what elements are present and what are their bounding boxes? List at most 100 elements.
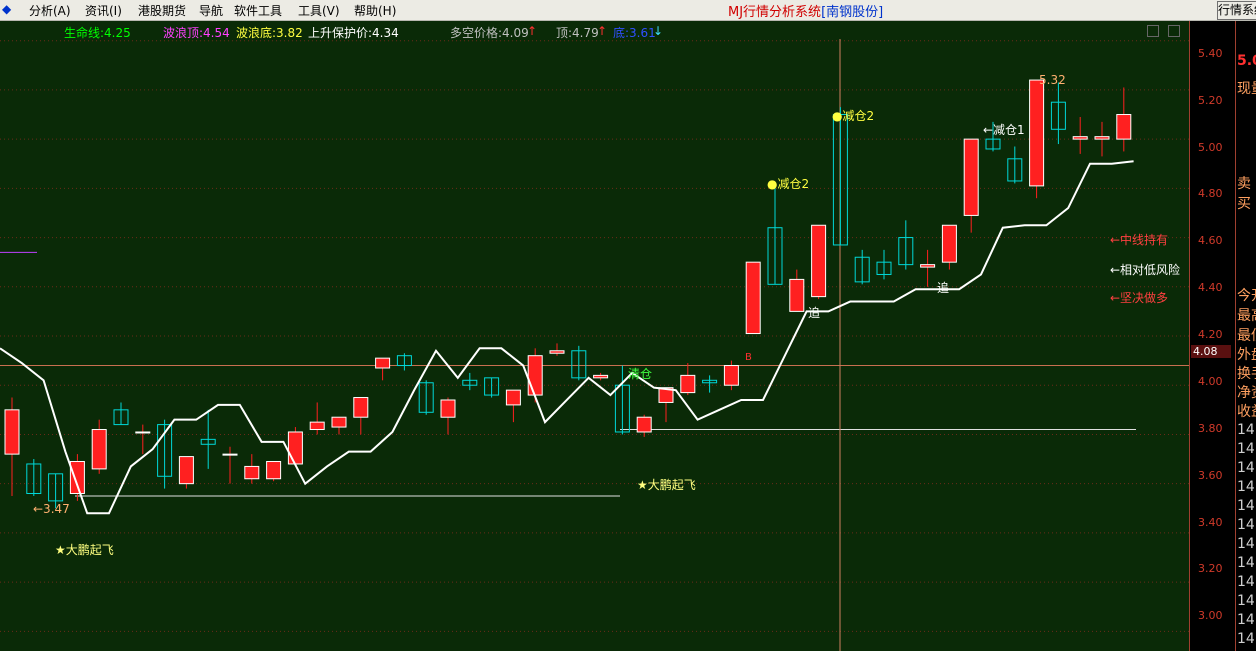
price-tick: 5.40	[1198, 47, 1223, 60]
high-price-label: 5.32	[1039, 73, 1066, 87]
candle-up	[941, 224, 957, 263]
dapeng-signal-b: ★大鹏起飞	[637, 478, 696, 492]
candle-up	[636, 416, 652, 433]
legend-low-risk: ←相对低风险	[1110, 263, 1181, 277]
side-tick-time: 14:	[1237, 498, 1256, 514]
menu-analysis[interactable]: 分析(A)	[29, 2, 71, 19]
price-tick: 3.60	[1198, 469, 1223, 482]
chase-label-a: 追	[808, 306, 821, 320]
side-tick-time: 14:	[1237, 517, 1256, 533]
candle-up	[266, 461, 282, 480]
candle-up	[1094, 136, 1110, 140]
side-last-price: 5.0	[1237, 53, 1256, 69]
side-tick-time: 14:	[1237, 574, 1256, 590]
price-tick: 3.20	[1198, 562, 1223, 575]
clear-position-label: 清仓	[628, 367, 653, 381]
candle-up	[527, 355, 543, 396]
side-volume-label: 现量	[1237, 81, 1256, 97]
price-tick: 3.80	[1198, 422, 1223, 435]
restore-window-icon[interactable]	[1147, 25, 1159, 37]
bull-bear-value: 多空价格:4.09	[450, 26, 529, 40]
candle-up	[789, 278, 805, 312]
candle-up	[1072, 136, 1088, 140]
candle-up	[505, 389, 521, 406]
chase-label-b: 追	[937, 281, 950, 295]
bottom-arrow-icon: ↓	[653, 24, 664, 38]
candle-up	[69, 461, 85, 494]
bull-bear-arrow-icon: ↑	[527, 24, 538, 38]
price-tick: 4.00	[1198, 375, 1223, 388]
app-icon[interactable]: ◆	[2, 2, 11, 16]
side-tick-time: 14:	[1237, 612, 1256, 628]
kline-chart[interactable]: 生命线:4.25 波浪顶:4.54 波浪底:3.82 上升保护价:4.34 多空…	[0, 21, 1189, 651]
buy-marker: B	[745, 352, 752, 363]
price-tick: 3.40	[1198, 516, 1223, 529]
side-earnings-label: 收益	[1237, 404, 1256, 420]
side-tick-time: 14:	[1237, 593, 1256, 609]
candle-up	[135, 431, 151, 434]
candle-up	[1029, 79, 1045, 187]
side-tick-time: 14:	[1237, 422, 1256, 438]
candle-up	[222, 453, 238, 456]
legend-mid-hold: ←中线持有	[1110, 233, 1169, 247]
candle-up	[811, 224, 827, 298]
side-low-label: 最低	[1237, 328, 1256, 344]
kline-canvas[interactable]	[0, 21, 1189, 651]
price-tick: 3.00	[1198, 609, 1223, 622]
side-tick-time: 14:	[1237, 479, 1256, 495]
low-price-label: ←3.47	[33, 502, 70, 516]
price-tick: 4.60	[1198, 234, 1223, 247]
menu-bar: ◆ 分析(A) 资讯(I) 港股期货 导航 软件工具 工具(V) 帮助(H) M…	[0, 0, 1256, 21]
candle-up	[244, 465, 260, 480]
menu-info[interactable]: 资讯(I)	[85, 2, 122, 19]
candle-up	[1116, 114, 1132, 140]
system-name: MJ行情分析系统	[728, 5, 822, 20]
candle-up	[920, 264, 936, 268]
side-open-label: 今开	[1237, 288, 1256, 304]
quote-side-panel: 5.0 现量 卖 买 今开 最高 最低 外盘 换手 净资 收益 14: 14: …	[1235, 21, 1256, 651]
side-buy-label: 买	[1237, 196, 1251, 212]
side-tick-time: 14:	[1237, 460, 1256, 476]
menu-help[interactable]: 帮助(H)	[354, 2, 396, 19]
side-turnover-label: 换手	[1237, 366, 1256, 382]
candle-up	[745, 261, 761, 335]
side-sell-label: 卖	[1237, 176, 1251, 192]
menu-tools[interactable]: 工具(V)	[298, 2, 340, 19]
reduce-position-1-label: ←减仓1	[983, 123, 1025, 137]
price-tick: 4.40	[1198, 281, 1223, 294]
menu-hk-futures[interactable]: 港股期货	[138, 2, 186, 19]
candle-up	[593, 374, 609, 379]
window-title: MJ行情分析系统[南钢股份]	[728, 1, 883, 20]
quote-system-button[interactable]: 行情系统	[1217, 1, 1256, 20]
candle-up	[375, 357, 391, 369]
candle-up	[331, 416, 347, 428]
candle-up	[549, 350, 565, 354]
maximize-window-icon[interactable]	[1168, 25, 1180, 37]
reduce-position-2-label-b: ●减仓2	[832, 109, 875, 123]
price-tick: 5.20	[1198, 94, 1223, 107]
reduce-position-2-label-a: ●减仓2	[767, 177, 810, 191]
top-arrow-icon: ↑	[597, 24, 608, 38]
menu-software-tools[interactable]: 软件工具	[234, 2, 282, 19]
side-tick-time: 14:	[1237, 555, 1256, 571]
candle-up	[178, 456, 194, 485]
wave-top-value: 波浪顶:4.54	[163, 26, 230, 40]
candle-up	[680, 374, 696, 394]
price-tick: 5.00	[1198, 141, 1223, 154]
life-line-series	[0, 160, 1134, 515]
price-axis: 5.40 5.20 5.00 4.80 4.60 4.40 4.20 4.00 …	[1189, 21, 1236, 651]
price-tick: 4.20	[1198, 328, 1223, 341]
side-tick-time: 14:	[1237, 441, 1256, 457]
side-outer-label: 外盘	[1237, 347, 1256, 363]
candle-up	[309, 421, 325, 431]
protect-price-value: 上升保护价:4.34	[308, 26, 399, 40]
current-price-tag: 4.08	[1191, 345, 1231, 358]
candle-up	[91, 429, 107, 470]
dapeng-signal-a: ★大鹏起飞	[55, 543, 114, 557]
legend-go-long: ←坚决做多	[1110, 291, 1169, 305]
wave-bottom-value: 波浪底:3.82	[236, 26, 303, 40]
price-tick: 4.80	[1198, 187, 1223, 200]
candle-up	[723, 365, 739, 386]
menu-navigate[interactable]: 导航	[199, 2, 223, 19]
side-net-asset-label: 净资	[1237, 385, 1256, 401]
